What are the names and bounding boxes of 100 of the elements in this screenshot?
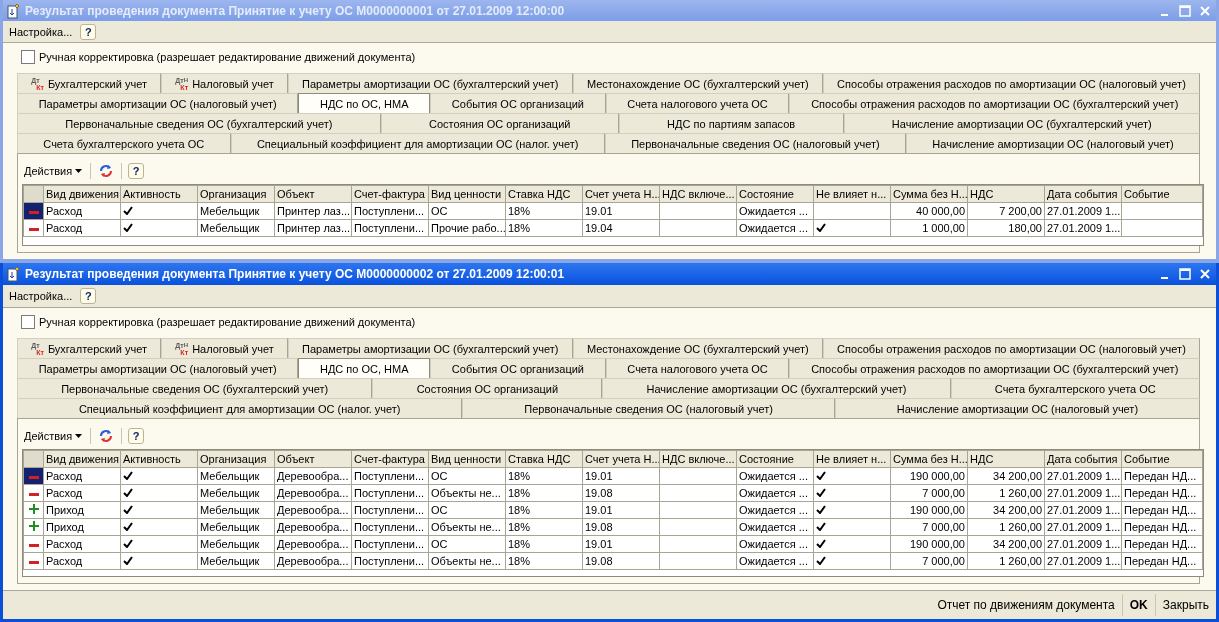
actions-menu-button[interactable]: Действия [22, 430, 85, 442]
tab[interactable]: Параметры амортизации ОС (бухгалтерский учет) [287, 338, 573, 358]
column-header[interactable]: НДС [967, 450, 1045, 468]
table-cell: Приход [43, 501, 121, 519]
column-header[interactable]: Ставка НДС [505, 185, 583, 203]
table-cell: 1 260,00 [967, 518, 1045, 536]
table-cell: 7 000,00 [890, 552, 968, 570]
tab[interactable]: Способы отражения расходов по амортизации ОС (бухгалтерский учет) [789, 358, 1200, 378]
tab[interactable]: Счета налогового учета ОС [605, 358, 790, 378]
table-cell: 34 200,00 [967, 501, 1045, 519]
column-header[interactable]: Дата события [1044, 185, 1122, 203]
column-header[interactable]: Не влияет н... [813, 450, 891, 468]
column-header[interactable]: Объект [274, 185, 352, 203]
tab[interactable]: Начисление амортизации ОС (бухгалтерский учет) [602, 378, 951, 398]
tab[interactable]: Счета бухгалтерского учета ОС [950, 378, 1200, 398]
column-header[interactable]: Активность [120, 185, 198, 203]
settings-menu[interactable]: Настройка... [9, 290, 73, 302]
close-button[interactable]: Закрыть [1154, 594, 1216, 616]
column-header[interactable]: Состояние [736, 185, 814, 203]
table-cell: 27.01.2009 1... [1044, 484, 1122, 502]
tab[interactable]: Состояния ОС организаций [372, 378, 603, 398]
table-cell: 19.01 [582, 501, 660, 519]
table-cell: 19.04 [582, 219, 660, 237]
tab[interactable]: Начисление амортизации ОС (налоговый учет) [834, 398, 1200, 418]
help-button[interactable]: ? [128, 428, 145, 444]
column-header[interactable]: НДС включе... [659, 185, 737, 203]
table-cell: Мебельщик [197, 552, 275, 570]
table-cell: Ожидается ... [736, 202, 814, 220]
checkbox[interactable] [21, 50, 35, 64]
column-header[interactable]: Вид ценности [428, 185, 506, 203]
tab[interactable]: Параметры амортизации ОС (налоговый учет) [17, 358, 299, 378]
table-cell: 40 000,00 [890, 202, 968, 220]
column-header[interactable]: Событие [1121, 185, 1203, 203]
table-cell: Ожидается ... [736, 552, 814, 570]
row-marker[interactable] [23, 484, 44, 502]
column-header[interactable]: Счет-фактура [351, 450, 429, 468]
column-header[interactable]: Не влияет н... [813, 185, 891, 203]
row-marker[interactable] [23, 501, 44, 519]
table-cell: Мебельщик [197, 518, 275, 536]
column-header[interactable]: Счет-фактура [351, 185, 429, 203]
table-cell: Объекты не... [428, 484, 506, 502]
column-header[interactable]: НДС включе... [659, 450, 737, 468]
row-marker[interactable] [23, 535, 44, 553]
help-button[interactable]: ? [80, 288, 97, 304]
column-header[interactable]: Сумма без Н... [890, 185, 968, 203]
row-marker[interactable] [23, 552, 44, 570]
table-cell: Поступлени... [351, 501, 429, 519]
row-marker[interactable] [23, 518, 44, 536]
tab[interactable]: События ОС организаций [430, 358, 606, 378]
ok-button[interactable]: OK [1121, 594, 1155, 616]
minus-icon [28, 561, 39, 565]
row-marker[interactable] [23, 219, 44, 237]
table-cell: 27.01.2009 1... [1044, 535, 1122, 553]
table-cell: Расход [43, 552, 121, 570]
table-cell: 18% [505, 535, 583, 553]
table-cell: Ожидается ... [736, 535, 814, 553]
table-cell: Поступлени... [351, 552, 429, 570]
table-cell: ОС [428, 202, 506, 220]
help-button[interactable]: ? [128, 163, 145, 179]
column-header[interactable]: Вид движения [43, 450, 121, 468]
table-cell: Принтер лаз... [274, 202, 352, 220]
column-header[interactable]: Дата события [1044, 450, 1122, 468]
table-cell: 19.01 [582, 202, 660, 220]
table-cell: Передан НД... [1121, 467, 1203, 485]
table-cell: Поступлени... [351, 518, 429, 536]
table-cell: 180,00 [967, 219, 1045, 237]
column-header[interactable]: Активность [120, 450, 198, 468]
column-header[interactable]: Вид ценности [428, 450, 506, 468]
tab[interactable]: Местонахождение ОС (бухгалтерский учет) [572, 338, 823, 358]
table-cell: Поступлени... [351, 467, 429, 485]
column-header[interactable]: Организация [197, 185, 275, 203]
column-header[interactable]: Состояние [736, 450, 814, 468]
table-cell: Мебельщик [197, 219, 275, 237]
tab[interactable]: Способы отражения расходов по амортизации ОС (налоговый учет) [822, 338, 1200, 358]
column-header[interactable]: Вид движения [43, 185, 121, 203]
plus-icon [28, 504, 39, 514]
checkbox[interactable] [21, 315, 35, 329]
window-title: Результат проведения документа Принятие к учету ОС М0000000002 от 27.01.2009 12:00:01 [25, 267, 566, 281]
table-cell: 18% [505, 467, 583, 485]
column-header[interactable]: Событие [1121, 450, 1203, 468]
column-header[interactable]: Организация [197, 450, 275, 468]
table-cell: 7 000,00 [890, 518, 968, 536]
table-cell: Передан НД... [1121, 501, 1203, 519]
tab[interactable]: НДС по ОС, НМА [298, 358, 431, 378]
maximize-icon[interactable] [1178, 267, 1192, 281]
table-cell: 27.01.2009 1... [1044, 501, 1122, 519]
column-header[interactable]: Ставка НДС [505, 450, 583, 468]
close-icon[interactable] [1198, 267, 1212, 281]
table-cell: 27.01.2009 1... [1044, 552, 1122, 570]
column-header[interactable]: Сумма без Н... [890, 450, 968, 468]
column-header[interactable]: Объект [274, 450, 352, 468]
table-cell: Деревообра... [274, 535, 352, 553]
actions-menu-button[interactable]: Действия [22, 165, 85, 177]
column-header[interactable]: НДС [967, 185, 1045, 203]
report-button[interactable]: Отчет по движениям документа [930, 594, 1122, 616]
table-cell: Расход [43, 535, 121, 553]
tab[interactable]: Первоначальные сведения ОС (налоговый учет) [462, 398, 835, 418]
table-cell: Расход [43, 219, 121, 237]
tab[interactable]: Первоначальные сведения ОС (бухгалтерский учет) [17, 378, 373, 398]
tab[interactable]: Специальный коэффициент для амортизации ОС (налог. учет) [17, 398, 463, 418]
